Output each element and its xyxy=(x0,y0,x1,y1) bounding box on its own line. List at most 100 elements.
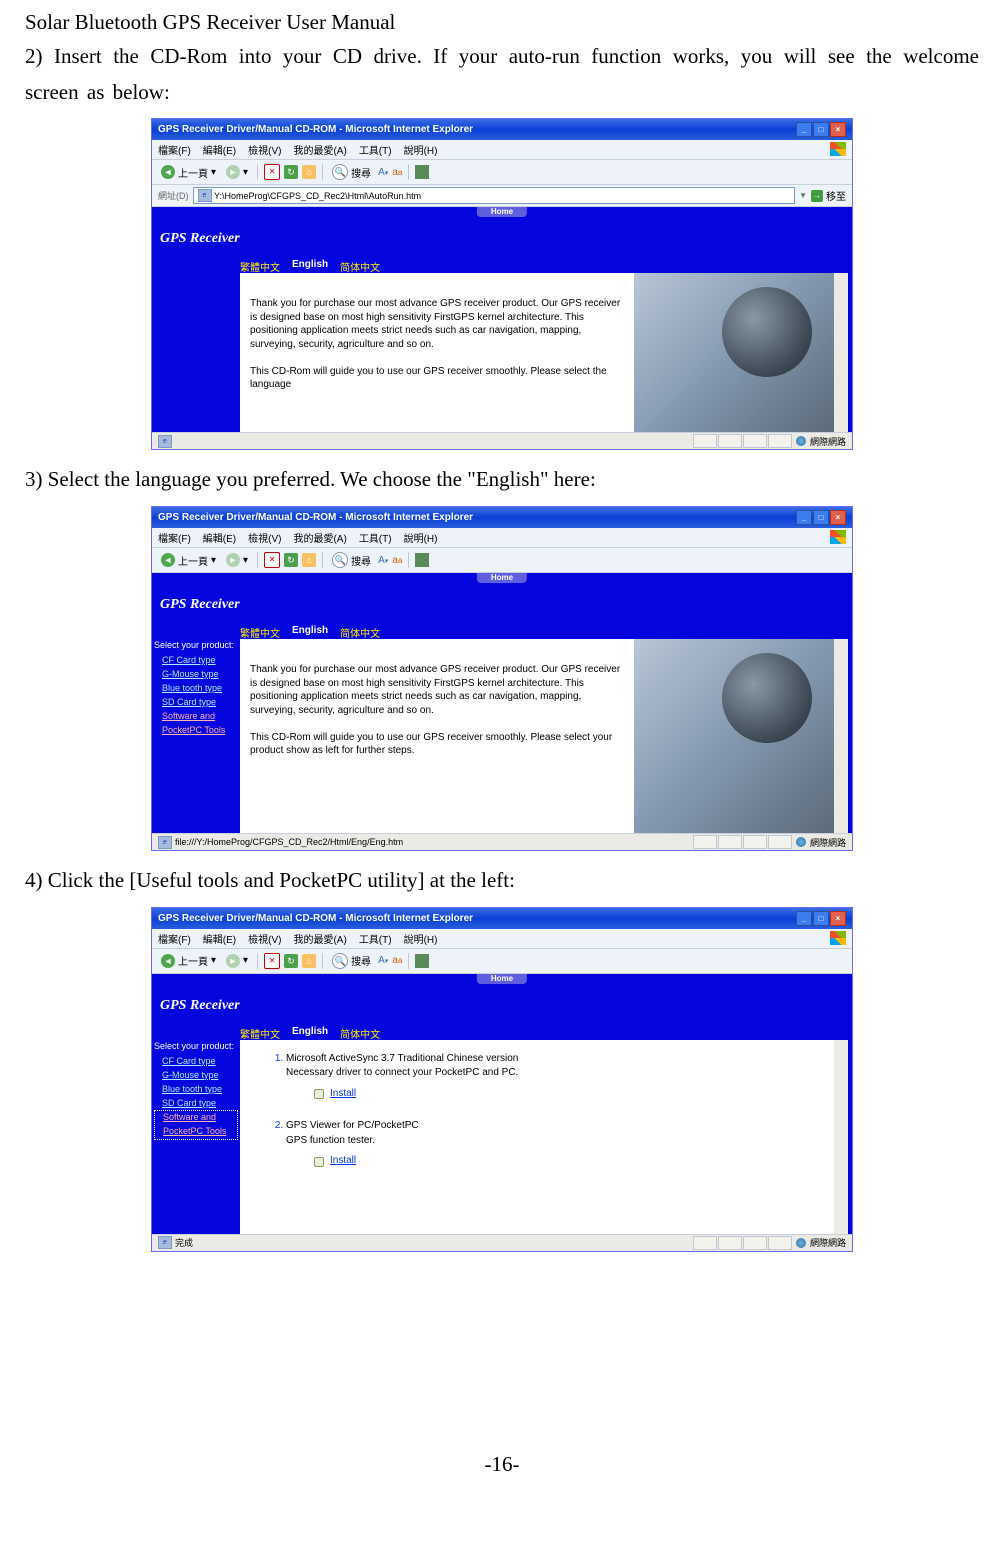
language-bar: 繁體中文 English 简体中文 xyxy=(240,259,380,274)
menu-favorites[interactable]: 我的最愛(A) xyxy=(293,142,346,157)
lang-en[interactable]: English xyxy=(292,625,328,640)
lang-en[interactable]: English xyxy=(292,259,328,274)
bullet-icon xyxy=(314,1157,324,1167)
font-icon[interactable]: A▾ xyxy=(378,167,388,178)
windows-logo-icon xyxy=(830,530,846,544)
home-tab[interactable]: Home xyxy=(477,573,527,583)
minimize-button[interactable]: _ xyxy=(796,122,812,137)
back-button[interactable]: ◄上一頁 ▾ xyxy=(158,164,219,181)
home-button[interactable]: ⌂ xyxy=(302,954,316,968)
menu-view[interactable]: 檢視(V) xyxy=(248,142,281,157)
font-size-icon[interactable]: aa xyxy=(392,167,402,178)
window-title: GPS Receiver Driver/Manual CD-ROM - Micr… xyxy=(158,124,473,135)
address-dropdown[interactable]: ▼ xyxy=(799,191,807,200)
toolbar-icon[interactable] xyxy=(415,165,429,179)
home-button[interactable]: ⌂ xyxy=(302,553,316,567)
back-button[interactable]: ◄上一頁 ▾ xyxy=(158,952,219,969)
go-button[interactable]: →移至 xyxy=(811,188,846,203)
sidebar-g-mouse[interactable]: G-Mouse type xyxy=(154,1069,238,1083)
lang-zh-cn[interactable]: 简体中文 xyxy=(340,259,380,274)
product-sidebar: Select your product: CF Card type G-Mous… xyxy=(154,639,238,738)
sidebar-g-mouse[interactable]: G-Mouse type xyxy=(154,668,238,682)
content-panel: Microsoft ActiveSync 3.7 Traditional Chi… xyxy=(240,1040,848,1234)
menu-favorites[interactable]: 我的最愛(A) xyxy=(293,931,346,946)
toolbar-icon[interactable] xyxy=(415,954,429,968)
maximize-button[interactable]: □ xyxy=(813,911,829,926)
close-button[interactable]: × xyxy=(830,510,846,525)
home-tab[interactable]: Home xyxy=(477,207,527,217)
menu-tools[interactable]: 工具(T) xyxy=(359,530,392,545)
sidebar-header: Select your product: xyxy=(154,1040,238,1054)
screenshot-1: GPS Receiver Driver/Manual CD-ROM - Micr… xyxy=(151,118,853,450)
sidebar-software-tools[interactable]: Software and PocketPC Tools xyxy=(154,1110,238,1140)
menu-help[interactable]: 說明(H) xyxy=(404,142,438,157)
sidebar-software-tools[interactable]: Software and PocketPC Tools xyxy=(154,710,238,738)
forward-button[interactable]: ► ▾ xyxy=(223,164,251,180)
refresh-button[interactable]: ↻ xyxy=(284,954,298,968)
lang-en[interactable]: English xyxy=(292,1026,328,1041)
address-input[interactable]: e Y:\HomeProg\CFGPS_CD_Rec2\Html\AutoRun… xyxy=(193,187,796,204)
menu-edit[interactable]: 編輯(E) xyxy=(203,931,236,946)
menu-file[interactable]: 檔案(F) xyxy=(158,931,191,946)
sidebar-cf-card[interactable]: CF Card type xyxy=(154,1055,238,1069)
sidebar-bluetooth[interactable]: Blue tooth type xyxy=(154,1083,238,1097)
refresh-button[interactable]: ↻ xyxy=(284,553,298,567)
search-button[interactable]: 🔍搜尋 xyxy=(329,952,374,970)
document-title: Solar Bluetooth GPS Receiver User Manual xyxy=(25,10,979,35)
stop-button[interactable]: ✕ xyxy=(264,953,280,969)
toolbar-icon[interactable] xyxy=(415,553,429,567)
font-size-icon[interactable]: aa xyxy=(392,955,402,966)
status-url: file:///Y:/HomeProg/CFGPS_CD_Rec2/Html/E… xyxy=(175,837,403,847)
forward-button[interactable]: ► ▾ xyxy=(223,552,251,568)
lang-zh-tw[interactable]: 繁體中文 xyxy=(240,625,280,640)
menu-tools[interactable]: 工具(T) xyxy=(359,142,392,157)
search-button[interactable]: 🔍搜尋 xyxy=(329,551,374,569)
stop-button[interactable]: ✕ xyxy=(264,164,280,180)
menu-favorites[interactable]: 我的最愛(A) xyxy=(293,530,346,545)
status-zone-text: 網際網路 xyxy=(810,836,846,849)
menu-file[interactable]: 檔案(F) xyxy=(158,530,191,545)
menu-view[interactable]: 檢視(V) xyxy=(248,931,281,946)
lang-zh-cn[interactable]: 简体中文 xyxy=(340,1026,380,1041)
lang-zh-cn[interactable]: 简体中文 xyxy=(340,625,380,640)
lang-zh-tw[interactable]: 繁體中文 xyxy=(240,1026,280,1041)
font-icon[interactable]: A▾ xyxy=(378,555,388,566)
search-button[interactable]: 🔍搜尋 xyxy=(329,163,374,181)
window-titlebar: GPS Receiver Driver/Manual CD-ROM - Micr… xyxy=(152,119,852,140)
maximize-button[interactable]: □ xyxy=(813,510,829,525)
close-button[interactable]: × xyxy=(830,911,846,926)
minimize-button[interactable]: _ xyxy=(796,911,812,926)
status-zone-text: 網際網路 xyxy=(810,1236,846,1249)
home-button[interactable]: ⌂ xyxy=(302,165,316,179)
sidebar-cf-card[interactable]: CF Card type xyxy=(154,654,238,668)
toolbar: ◄上一頁 ▾ ► ▾ ✕ ↻ ⌂ 🔍搜尋 A▾ aa xyxy=(152,548,852,573)
font-size-icon[interactable]: aa xyxy=(392,555,402,566)
status-bar: efile:///Y:/HomeProg/CFGPS_CD_Rec2/Html/… xyxy=(152,833,852,850)
address-bar: 網址(D) e Y:\HomeProg\CFGPS_CD_Rec2\Html\A… xyxy=(152,185,852,207)
back-button[interactable]: ◄上一頁 ▾ xyxy=(158,552,219,569)
menu-file[interactable]: 檔案(F) xyxy=(158,142,191,157)
install-link-1[interactable]: Install xyxy=(330,1087,356,1102)
status-segments xyxy=(693,1236,792,1250)
menu-view[interactable]: 檢視(V) xyxy=(248,530,281,545)
maximize-button[interactable]: □ xyxy=(813,122,829,137)
minimize-button[interactable]: _ xyxy=(796,510,812,525)
menu-edit[interactable]: 編輯(E) xyxy=(203,530,236,545)
sidebar-sd-card[interactable]: SD Card type xyxy=(154,696,238,710)
menu-help[interactable]: 說明(H) xyxy=(404,530,438,545)
sidebar-sd-card[interactable]: SD Card type xyxy=(154,1097,238,1111)
font-icon[interactable]: A▾ xyxy=(378,955,388,966)
lang-zh-tw[interactable]: 繁體中文 xyxy=(240,259,280,274)
install-link-2[interactable]: Install xyxy=(330,1154,356,1169)
forward-button[interactable]: ► ▾ xyxy=(223,953,251,969)
menu-edit[interactable]: 編輯(E) xyxy=(203,142,236,157)
address-label: 網址(D) xyxy=(158,189,189,202)
refresh-button[interactable]: ↻ xyxy=(284,165,298,179)
sidebar-bluetooth[interactable]: Blue tooth type xyxy=(154,682,238,696)
stop-button[interactable]: ✕ xyxy=(264,552,280,568)
close-button[interactable]: × xyxy=(830,122,846,137)
menu-bar: 檔案(F) 編輯(E) 檢視(V) 我的最愛(A) 工具(T) 說明(H) xyxy=(152,929,852,949)
menu-help[interactable]: 說明(H) xyxy=(404,931,438,946)
menu-tools[interactable]: 工具(T) xyxy=(359,931,392,946)
home-tab[interactable]: Home xyxy=(477,974,527,984)
